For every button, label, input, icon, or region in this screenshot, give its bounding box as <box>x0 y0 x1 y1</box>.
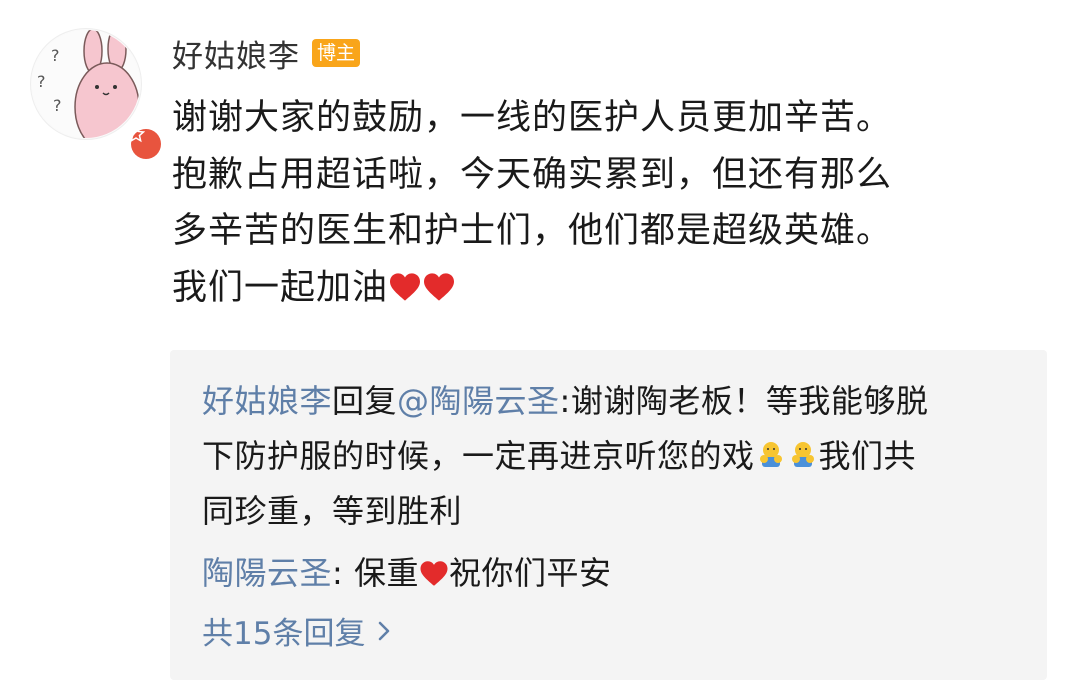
post-content: 谢谢大家的鼓励，一线的医护人员更加辛苦。 抱歉占用超话啦，今天确实累到，但还有那… <box>172 90 1052 317</box>
post-line: 多辛苦的医生和护士们，他们都是超级英雄。 <box>172 211 893 252</box>
svg-text:?: ? <box>51 46 60 65</box>
reply-verb: 回复 <box>332 382 398 420</box>
verified-badge <box>127 125 165 163</box>
heart-icon <box>420 561 448 586</box>
post-header: 好姑娘李 博主 <box>172 30 361 76</box>
reply-text: : 保重 <box>332 554 419 592</box>
post-line: 谢谢大家的鼓励，一线的医护人员更加辛苦。 <box>172 98 893 138</box>
heart-icon <box>424 273 455 301</box>
fist-emoji-icon <box>791 442 814 467</box>
svg-text:?: ? <box>53 96 62 115</box>
author-name[interactable]: 好姑娘李 <box>172 31 300 76</box>
bunny-avatar-illustration: ? ? ? <box>32 30 140 138</box>
star-icon <box>127 125 145 143</box>
avatar[interactable]: ? ? ? <box>30 28 165 163</box>
reply-item[interactable]: 好姑娘李回复@陶陽云圣:谢谢陶老板！等我能够脱 下防护服的时候，一定再进京听您的… <box>202 374 1022 539</box>
heart-icon <box>390 273 421 301</box>
mention-link[interactable]: @陶陽云圣 <box>397 382 560 420</box>
more-replies-label[interactable]: 共15条回复 <box>202 608 365 653</box>
fist-emoji-icon <box>759 442 782 467</box>
reply-text: 我们共 <box>818 437 917 475</box>
svg-text:?: ? <box>37 72 46 91</box>
post-line: 抱歉占用超话啦，今天确实累到，但还有那么 <box>172 154 893 195</box>
post-line: 我们一起加油 <box>172 260 1052 317</box>
reply-text: 祝你们平安 <box>448 554 612 592</box>
post-line-text: 我们一起加油 <box>172 268 389 309</box>
reply-text: 下防护服的时候，一定再进京听您的戏 <box>202 437 755 475</box>
view-all-replies-link[interactable]: 共15条回复 <box>202 608 391 653</box>
reply-text: :谢谢陶老板！等我能够脱 <box>559 382 929 420</box>
reply-item[interactable]: 陶陽云圣: 保重 祝你们平安 <box>202 546 1022 601</box>
reply-text: 同珍重，等到胜利 <box>202 492 463 530</box>
reply-author[interactable]: 陶陽云圣 <box>202 554 332 592</box>
chevron-right-icon <box>379 621 390 640</box>
blogger-badge: 博主 <box>312 39 361 67</box>
reply-author[interactable]: 好姑娘李 <box>202 382 332 420</box>
replies-panel: 好姑娘李回复@陶陽云圣:谢谢陶老板！等我能够脱 下防护服的时候，一定再进京听您的… <box>170 350 1047 680</box>
